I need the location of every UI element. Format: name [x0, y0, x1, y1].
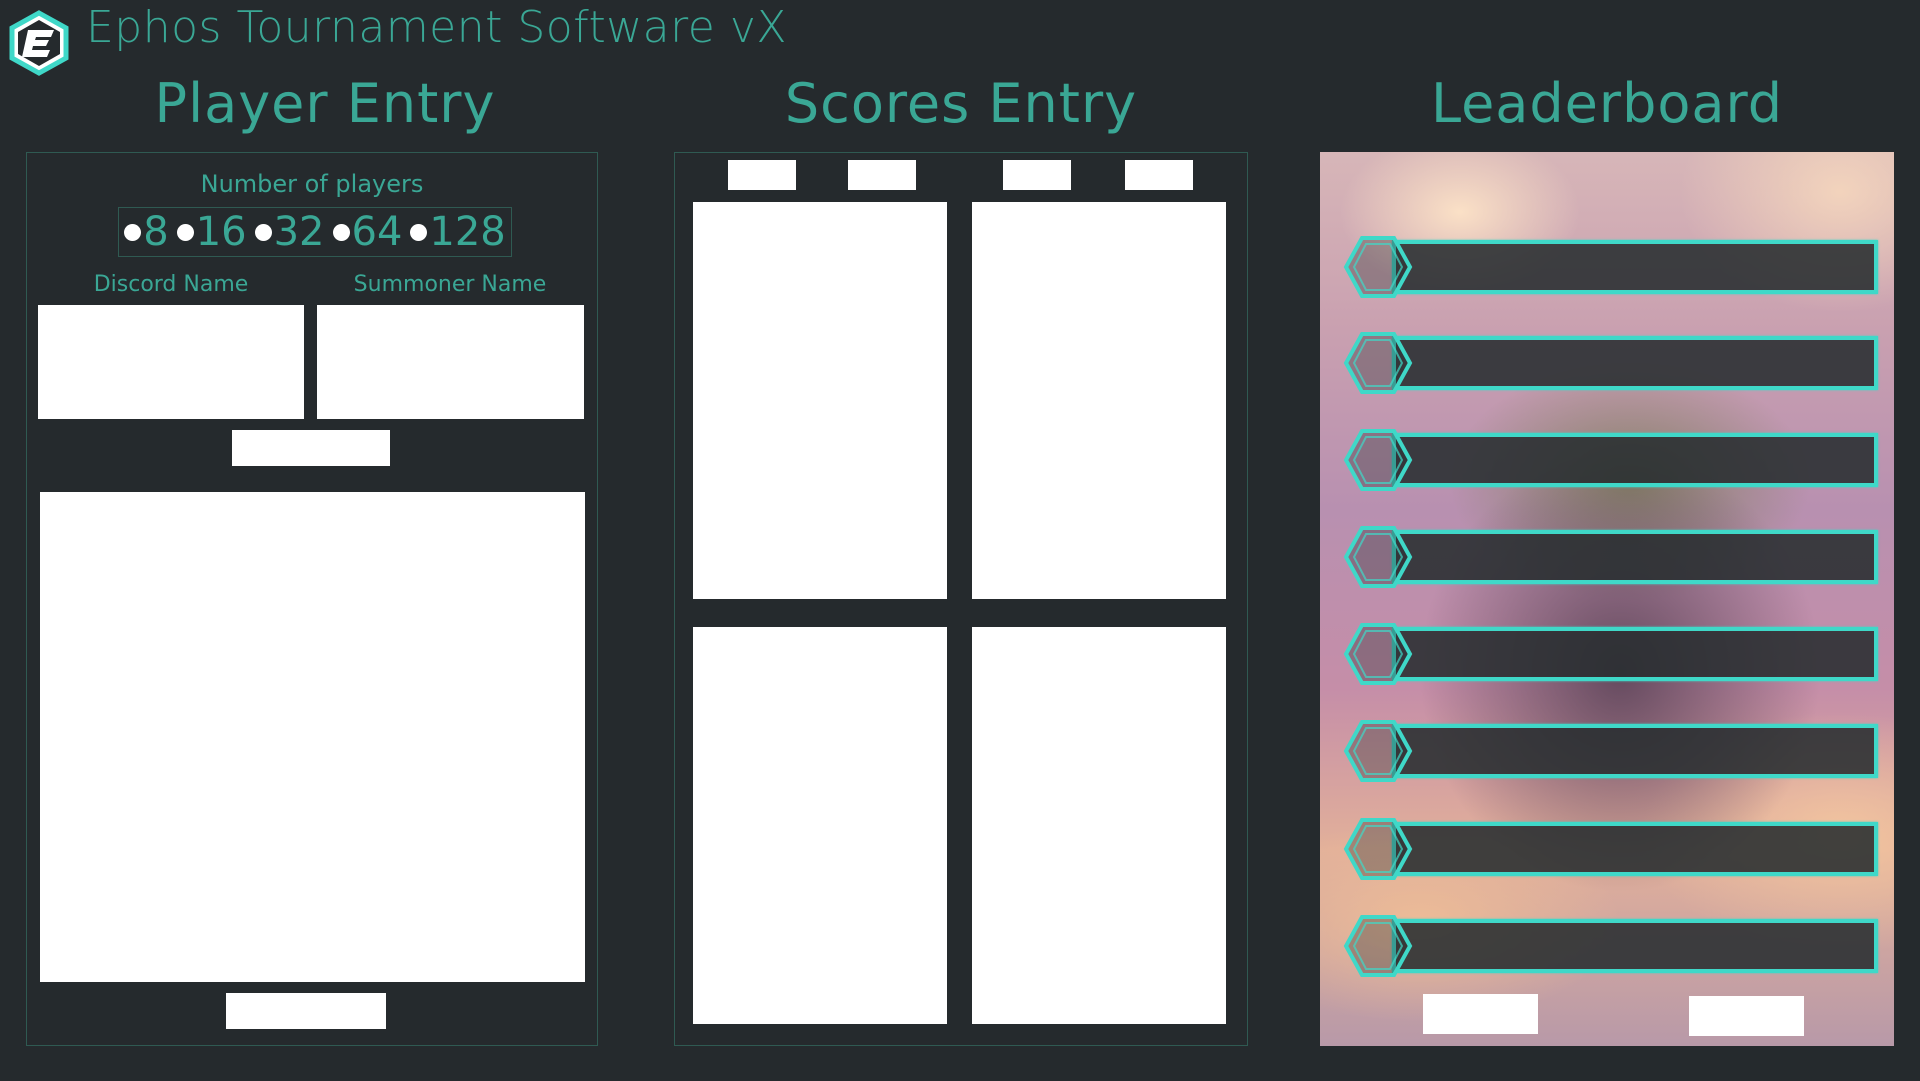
hexagon-rank-icon [1343, 720, 1413, 782]
leaderboard-row [1338, 621, 1878, 687]
player-count-option-64[interactable]: 64 [332, 209, 403, 255]
score-entry-box-3[interactable] [693, 627, 947, 1024]
leaderboard-entry-bar [1392, 240, 1878, 294]
radio-button-icon[interactable] [254, 223, 272, 241]
leaderboard-button-left[interactable] [1423, 994, 1538, 1034]
leaderboard-row [1338, 816, 1878, 882]
leaderboard-entry-bar [1392, 822, 1878, 876]
leaderboard-row [1338, 330, 1878, 396]
discord-name-label: Discord Name [93, 272, 249, 297]
player-entry-submit-button[interactable] [226, 993, 386, 1029]
hexagon-rank-icon [1343, 818, 1413, 880]
player-count-value: 32 [273, 209, 325, 255]
radio-button-icon[interactable] [410, 223, 428, 241]
leaderboard-row [1338, 427, 1878, 493]
player-count-option-32[interactable]: 32 [254, 209, 325, 255]
summoner-name-label: Summoner Name [353, 272, 547, 297]
player-list-box[interactable] [40, 492, 585, 982]
number-of-players-label: Number of players [200, 170, 424, 198]
player-count-option-8[interactable]: 8 [124, 209, 169, 255]
scores-entry-title: Scores Entry [784, 72, 1138, 135]
leaderboard-button-right[interactable] [1689, 996, 1804, 1036]
player-count-option-128[interactable]: 128 [410, 209, 506, 255]
discord-name-input[interactable] [38, 305, 304, 419]
leaderboard-entry-bar [1392, 433, 1878, 487]
hexagon-rank-icon [1343, 429, 1413, 491]
leaderboard-row [1338, 234, 1878, 300]
leaderboard-title: Leaderboard [1430, 72, 1784, 135]
player-count-radio-group: 8 16 32 64 128 [118, 207, 512, 257]
scores-tab-button-4[interactable] [1125, 160, 1193, 190]
leaderboard-entry-bar [1392, 530, 1878, 584]
add-player-button[interactable] [232, 430, 390, 466]
hexagon-rank-icon [1343, 526, 1413, 588]
player-entry-title: Player Entry [154, 72, 496, 135]
radio-button-icon[interactable] [176, 223, 194, 241]
hexagon-rank-icon [1343, 915, 1413, 977]
score-entry-box-4[interactable] [972, 627, 1226, 1024]
app-title: Ephos Tournament Software vX [86, 2, 788, 53]
scores-tab-button-2[interactable] [848, 160, 916, 190]
scores-tab-button-1[interactable] [728, 160, 796, 190]
player-count-option-16[interactable]: 16 [176, 209, 247, 255]
player-count-value: 16 [195, 209, 247, 255]
leaderboard-entry-bar [1392, 627, 1878, 681]
leaderboard-entry-bar [1392, 336, 1878, 390]
leaderboard-entry-bar [1392, 724, 1878, 778]
hexagon-rank-icon [1343, 236, 1413, 298]
hexagon-rank-icon [1343, 623, 1413, 685]
scores-tab-button-3[interactable] [1003, 160, 1071, 190]
player-count-value: 128 [429, 209, 506, 255]
summoner-name-input[interactable] [317, 305, 584, 419]
leaderboard-row [1338, 524, 1878, 590]
ephos-e-logo-icon [9, 10, 69, 76]
player-count-value: 64 [351, 209, 403, 255]
hexagon-rank-icon [1343, 332, 1413, 394]
leaderboard-row [1338, 718, 1878, 784]
radio-button-icon[interactable] [332, 223, 350, 241]
leaderboard-panel [1320, 152, 1894, 1046]
leaderboard-entry-bar [1392, 919, 1878, 973]
player-count-value: 8 [143, 209, 169, 255]
radio-button-icon[interactable] [124, 223, 142, 241]
leaderboard-row [1338, 913, 1878, 979]
score-entry-box-2[interactable] [972, 202, 1226, 599]
score-entry-box-1[interactable] [693, 202, 947, 599]
